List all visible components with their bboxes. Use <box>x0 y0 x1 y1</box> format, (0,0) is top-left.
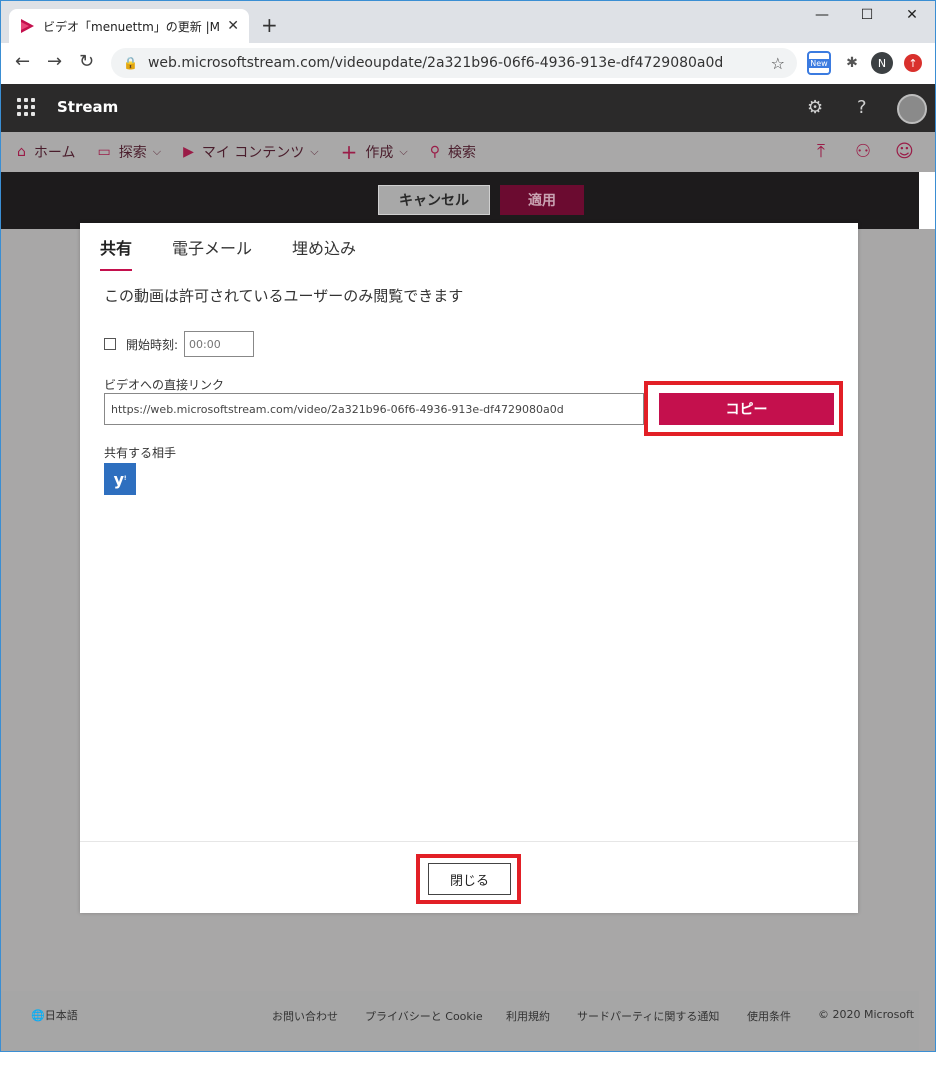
back-arrow-icon[interactable]: ← <box>15 51 30 72</box>
tab-share[interactable]: 共有 <box>100 235 133 271</box>
app-launcher-icon[interactable] <box>17 98 35 116</box>
address-bar[interactable]: 🔒 web.microsoftstream.com/videoupdate/2a… <box>111 48 797 78</box>
forward-arrow-icon[interactable]: → <box>47 51 62 72</box>
window-close-button[interactable]: ✕ <box>889 7 935 23</box>
help-icon[interactable]: ? <box>857 97 867 118</box>
footer-link-terms[interactable]: 利用規約 <box>506 1008 550 1024</box>
yammer-glyph: y <box>113 469 125 489</box>
page-scrollbar[interactable] <box>919 229 935 1051</box>
tab-title: ビデオ「menuettm」の更新 |Microsc <box>43 19 221 34</box>
edit-action-bar: キャンセル 適用 <box>1 172 919 229</box>
extension-new-icon[interactable]: New <box>807 51 831 75</box>
extension-new-label: New <box>809 58 829 68</box>
yammer-share-icon[interactable]: yᵎ <box>104 463 136 495</box>
dialog-divider <box>80 841 858 842</box>
tab-email[interactable]: 電子メール <box>172 235 252 271</box>
share-dialog: 共有 電子メール 埋め込み この動画は許可されているユーザーのみ閲覧できます 開… <box>80 223 858 913</box>
update-arrow-icon[interactable]: ↑ <box>904 54 922 72</box>
footer-link-privacy[interactable]: プライバシーと Cookie <box>365 1008 483 1024</box>
minimize-button[interactable]: — <box>799 7 845 23</box>
app-brand[interactable]: Stream <box>57 98 118 116</box>
browser-window: ビデオ「menuettm」の更新 |Microsc ✕ + — ☐ ✕ ← → … <box>0 0 936 1052</box>
lock-icon: 🔒 <box>123 56 138 70</box>
url-text: web.microsoftstream.com/videoupdate/2a32… <box>147 55 724 71</box>
bookmark-star-icon[interactable]: ☆ <box>771 54 785 73</box>
user-avatar[interactable] <box>897 94 927 124</box>
yammer-wave-icon: ᵎ <box>124 473 127 485</box>
profile-initial: N <box>877 56 887 70</box>
video-icon: ▶ <box>183 144 194 160</box>
browser-toolbar: ← → ↻ 🔒 web.microsoftstream.com/videoupd… <box>1 43 935 83</box>
profile-avatar[interactable]: N <box>871 52 893 74</box>
extensions-puzzle-icon[interactable]: ✱ <box>841 52 863 74</box>
footer-link-usage[interactable]: 使用条件 <box>747 1008 791 1024</box>
cancel-button[interactable]: キャンセル <box>378 185 490 215</box>
upload-icon[interactable]: ⤒ <box>817 141 825 162</box>
nav-my-content-label: マイ コンテンツ <box>201 145 305 161</box>
stream-favicon-icon <box>21 19 34 33</box>
dialog-tabs: 共有 電子メール 埋め込み <box>100 235 396 271</box>
tab-close-icon[interactable]: ✕ <box>227 18 239 34</box>
nav-discover[interactable]: ▭ 探索 ⌵ <box>97 142 161 162</box>
page-footer: 🌐日本語 お問い合わせ プライバシーと Cookie 利用規約 サードパーティに… <box>1 991 919 1051</box>
apply-button[interactable]: 適用 <box>500 185 584 215</box>
nav-home-label: ホーム <box>33 145 76 161</box>
new-tab-button[interactable]: + <box>261 13 278 37</box>
permission-info: この動画は許可されているユーザーのみ閲覧できます <box>104 287 464 305</box>
footer-link-third-party[interactable]: サードパーティに関する通知 <box>577 1008 719 1024</box>
footer-copyright: © 2020 Microsoft <box>818 1008 915 1021</box>
stream-nav-bar: ⌂ ホーム ▭ 探索 ⌵ ▶ マイ コンテンツ ⌵ + 作成 ⌵ ⚲ 検索 ⤒ … <box>1 132 935 172</box>
browser-tab[interactable]: ビデオ「menuettm」の更新 |Microsc ✕ <box>9 9 249 43</box>
add-user-icon[interactable]: ⚇ <box>855 141 871 162</box>
nav-create-label: 作成 <box>365 145 394 161</box>
language-selector[interactable]: 🌐日本語 <box>31 1007 78 1023</box>
maximize-button[interactable]: ☐ <box>844 7 890 23</box>
home-icon: ⌂ <box>17 144 26 160</box>
start-time-checkbox[interactable] <box>104 338 116 350</box>
chevron-down-icon: ⌵ <box>399 145 408 158</box>
plus-icon: + <box>340 140 358 164</box>
stream-app-bar: Stream ⚙ ? <box>1 84 935 132</box>
reload-icon[interactable]: ↻ <box>79 51 94 72</box>
footer-link-contact[interactable]: お問い合わせ <box>272 1008 338 1024</box>
nav-discover-label: 探索 <box>118 145 147 161</box>
nav-home[interactable]: ⌂ ホーム <box>17 142 75 162</box>
discover-icon: ▭ <box>97 144 111 160</box>
direct-link-field[interactable]: https://web.microsoftstream.com/video/2a… <box>104 393 644 425</box>
chevron-down-icon: ⌵ <box>310 145 319 158</box>
nav-my-content[interactable]: ▶ マイ コンテンツ ⌵ <box>183 142 319 162</box>
settings-gear-icon[interactable]: ⚙ <box>807 97 823 118</box>
start-time-label: 開始時刻: <box>126 337 179 352</box>
share-with-label: 共有する相手 <box>104 446 177 460</box>
feedback-smiley-icon[interactable]: ☺ <box>895 141 914 162</box>
nav-search-label: 検索 <box>448 145 477 161</box>
tab-embed[interactable]: 埋め込み <box>292 235 356 271</box>
tab-strip: ビデオ「menuettm」の更新 |Microsc ✕ + — ☐ ✕ <box>1 1 935 43</box>
close-highlight-box <box>416 854 521 904</box>
copy-highlight-box <box>644 381 843 436</box>
start-time-input[interactable] <box>184 331 255 357</box>
nav-create[interactable]: + 作成 ⌵ <box>341 140 408 164</box>
direct-link-label: ビデオへの直接リンク <box>104 378 225 392</box>
search-icon: ⚲ <box>429 144 441 160</box>
chevron-down-icon: ⌵ <box>152 145 162 158</box>
start-time-row: 開始時刻: <box>104 331 255 357</box>
nav-search[interactable]: ⚲ 検索 <box>430 142 476 162</box>
